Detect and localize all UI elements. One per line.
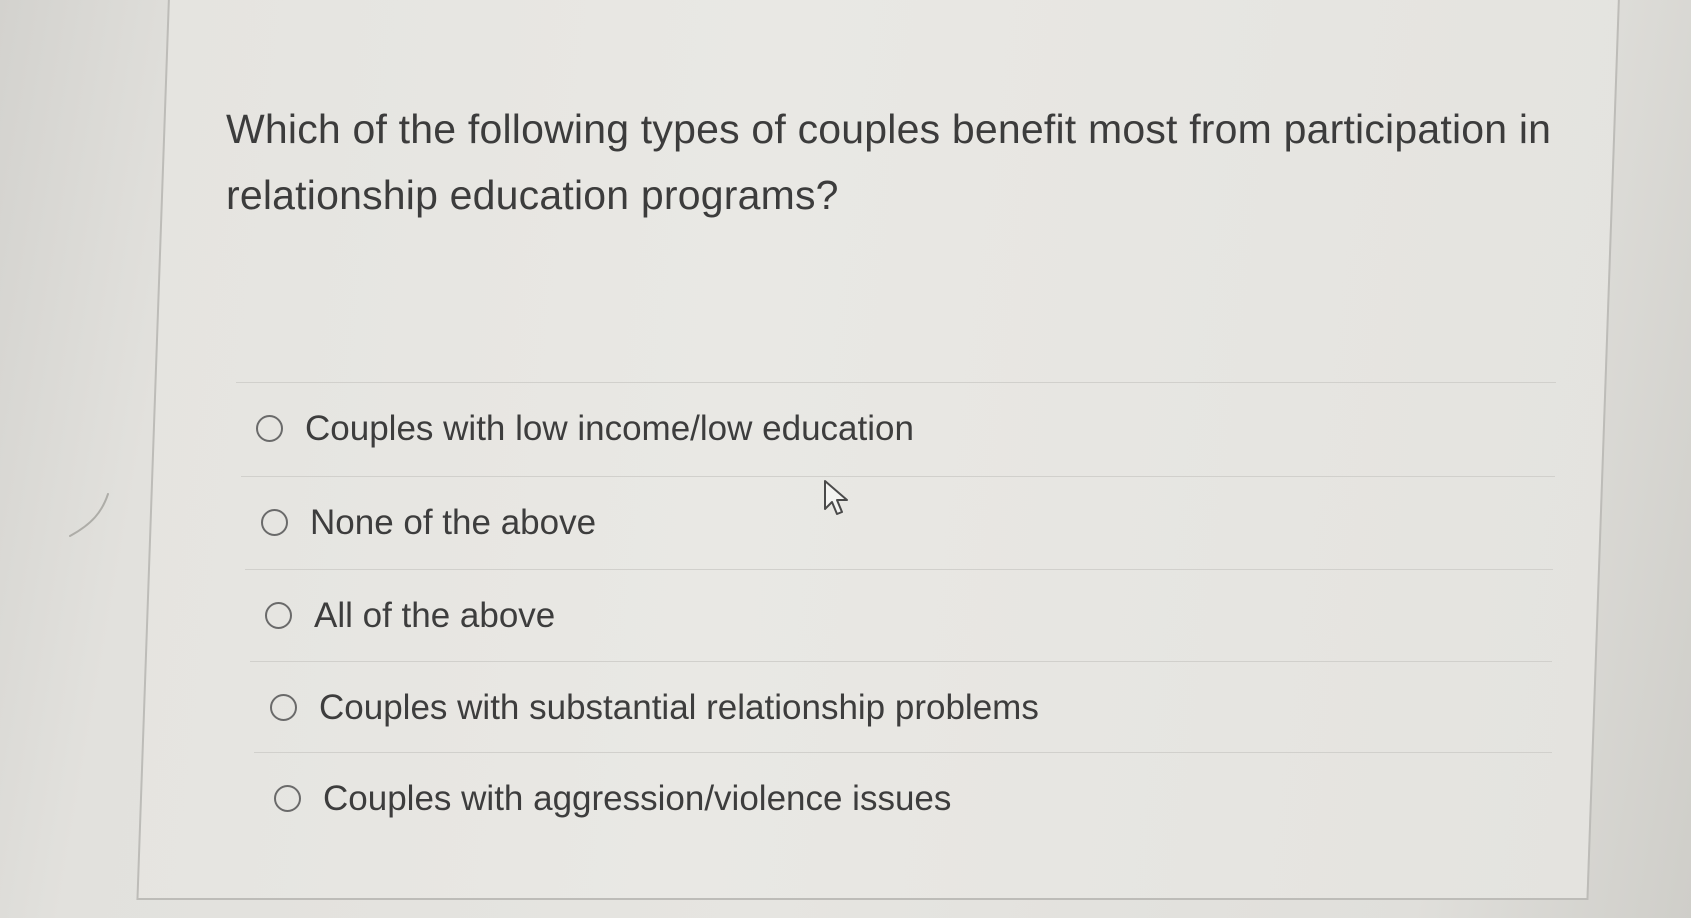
option-label: Couples with aggression/violence issues (323, 778, 952, 818)
question-text: Which of the following types of couples … (226, 106, 1552, 218)
option-row[interactable]: None of the above (241, 476, 1555, 568)
radio-button-icon[interactable] (270, 694, 297, 721)
option-label: Couples with low income/low education (305, 408, 914, 448)
radio-button-icon[interactable] (256, 415, 283, 442)
radio-button-icon[interactable] (274, 785, 301, 812)
pen-mark-decoration (69, 493, 109, 537)
option-row[interactable]: Couples with aggression/violence issues (254, 752, 1552, 844)
option-row[interactable]: All of the above (245, 569, 1553, 661)
radio-button-icon[interactable] (261, 509, 288, 536)
option-label: Couples with substantial relationship pr… (319, 687, 1039, 727)
option-row[interactable]: Couples with substantial relationship pr… (250, 661, 1552, 753)
option-label: All of the above (314, 595, 556, 635)
radio-button-icon[interactable] (265, 602, 292, 629)
option-row[interactable]: Couples with low income/low education (236, 382, 1556, 474)
option-label: None of the above (310, 502, 597, 542)
mouse-pointer-icon (824, 480, 848, 515)
